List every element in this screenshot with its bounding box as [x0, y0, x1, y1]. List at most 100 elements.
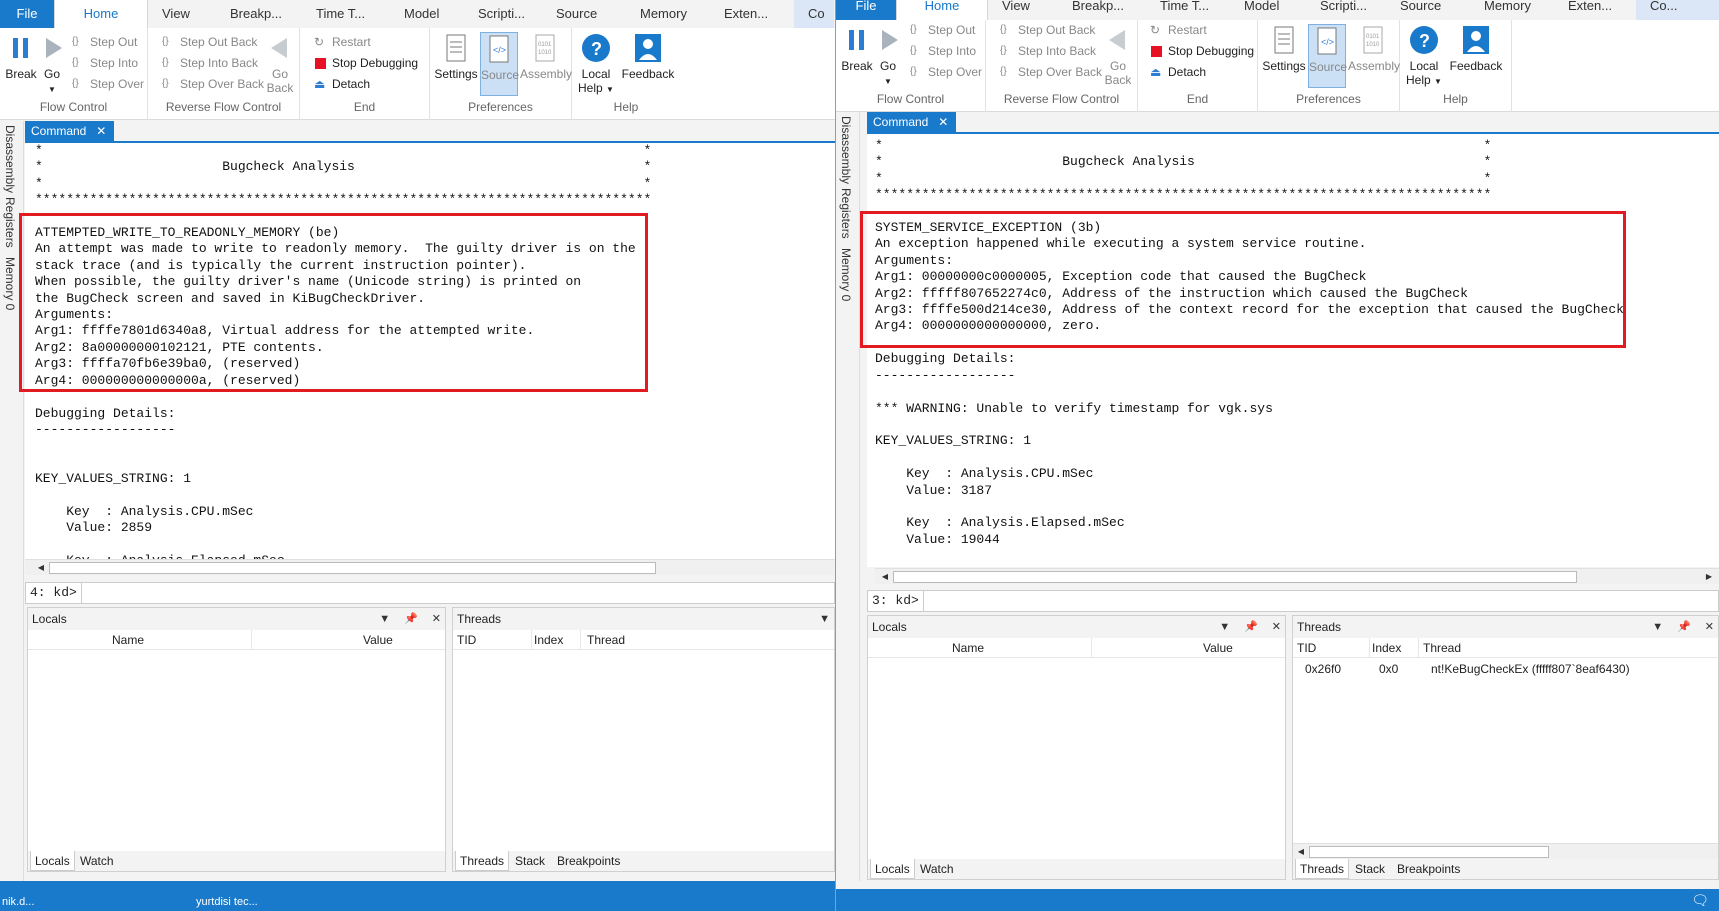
tab-breakpoints[interactable]: Breakp...: [216, 0, 302, 28]
break-button[interactable]: Break: [840, 24, 874, 73]
tab-memory[interactable]: Memory: [626, 0, 710, 28]
col-value[interactable]: Value: [363, 630, 393, 650]
col-tid[interactable]: TID: [1297, 638, 1316, 658]
restart-button[interactable]: ↻ Restart: [1148, 20, 1207, 40]
step-into-button[interactable]: {} Step Into: [908, 41, 976, 61]
tab-threads[interactable]: Threads: [455, 851, 510, 871]
step-out-button[interactable]: {} Step Out: [908, 20, 975, 40]
chevron-down-icon[interactable]: ▼: [379, 613, 390, 625]
close-icon[interactable]: ✕: [96, 121, 106, 141]
thread-tid[interactable]: 0x26f0: [1305, 662, 1341, 676]
assembly-button[interactable]: 0101 1010 Assembly: [1348, 24, 1400, 73]
chevron-down-icon[interactable]: ▼: [819, 613, 830, 625]
source-button[interactable]: </> Source: [1308, 24, 1347, 88]
sidebar-disassembly[interactable]: Disassembly: [3, 125, 17, 193]
step-over-button[interactable]: {} Step Over: [908, 62, 982, 82]
command-window-tab[interactable]: Command ✕: [867, 112, 957, 132]
command-output[interactable]: * * * Bugcheck Analysis * * * **********…: [867, 134, 1719, 567]
taskbar-item[interactable]: yurtdisi tec...: [196, 895, 258, 909]
tab-model[interactable]: Model: [390, 0, 464, 28]
tab-extensions[interactable]: Exten...: [1554, 0, 1636, 20]
command-window-tab[interactable]: Command ✕: [25, 121, 115, 141]
tab-scripting[interactable]: Scripti...: [1306, 0, 1386, 20]
tab-memory[interactable]: Memory: [1470, 0, 1554, 20]
scrollbar-thumb[interactable]: [1309, 846, 1549, 858]
col-index[interactable]: Index: [531, 630, 581, 650]
horizontal-scrollbar[interactable]: ◀: [25, 559, 835, 575]
tab-file[interactable]: File: [836, 0, 896, 20]
step-out-back-button[interactable]: {} Step Out Back: [160, 32, 257, 52]
tab-scripting[interactable]: Scripti...: [464, 0, 542, 28]
chat-icon[interactable]: 🗨: [1691, 891, 1709, 909]
scroll-left-icon[interactable]: ◀: [879, 571, 891, 583]
pin-icon[interactable]: 📌: [1677, 621, 1691, 633]
step-into-back-button[interactable]: {} Step Into Back: [998, 41, 1096, 61]
command-input[interactable]: [923, 591, 1718, 611]
step-into-back-button[interactable]: {} Step Into Back: [160, 53, 258, 73]
pin-icon[interactable]: 📌: [1244, 621, 1258, 633]
sidebar-registers[interactable]: Registers: [3, 197, 17, 248]
scrollbar-thumb[interactable]: [49, 562, 656, 574]
local-help-button[interactable]: ? Local Help ▼: [576, 32, 616, 97]
taskbar-item[interactable]: nik.d...: [2, 895, 34, 909]
tab-command[interactable]: Co...: [1636, 0, 1719, 20]
command-input[interactable]: [81, 583, 834, 603]
feedback-button[interactable]: Feedback: [620, 32, 676, 81]
sidebar-memory[interactable]: Memory 0: [3, 257, 17, 310]
sidebar-disassembly[interactable]: Disassembly: [839, 116, 853, 184]
col-name[interactable]: Name: [952, 638, 1092, 658]
go-back-button[interactable]: Go Back: [264, 32, 296, 95]
scrollbar-thumb[interactable]: [893, 571, 1577, 583]
stop-debugging-button[interactable]: Stop Debugging: [1148, 41, 1254, 61]
chevron-down-icon[interactable]: ▼: [1652, 621, 1663, 633]
break-button[interactable]: Break: [4, 32, 38, 81]
detach-button[interactable]: ⏏ Detach: [312, 74, 370, 94]
settings-button[interactable]: Settings: [1262, 24, 1306, 73]
tab-view[interactable]: View: [988, 0, 1058, 20]
tab-view[interactable]: View: [148, 0, 216, 28]
chevron-down-icon[interactable]: ▼: [1219, 621, 1230, 633]
tab-threads[interactable]: Threads: [1295, 859, 1350, 879]
scroll-right-icon[interactable]: ▶: [1703, 571, 1715, 583]
feedback-button[interactable]: Feedback: [1448, 24, 1504, 73]
tab-source[interactable]: Source: [542, 0, 626, 28]
tab-home[interactable]: Home: [896, 0, 988, 20]
tab-source[interactable]: Source: [1386, 0, 1470, 20]
source-button[interactable]: </> Source: [480, 32, 519, 96]
step-over-back-button[interactable]: {} Step Over Back: [998, 62, 1102, 82]
scroll-left-icon[interactable]: ◀: [35, 562, 47, 574]
tab-locals[interactable]: Locals: [870, 859, 915, 879]
scroll-left-icon[interactable]: ◀: [1295, 846, 1307, 858]
step-into-button[interactable]: {} Step Into: [70, 53, 138, 73]
command-output[interactable]: * * * Bugcheck Analysis * * * **********…: [25, 143, 835, 559]
horizontal-scrollbar[interactable]: ◀ ▶: [875, 568, 1719, 584]
tab-file[interactable]: File: [0, 0, 54, 28]
tab-extensions[interactable]: Exten...: [710, 0, 794, 28]
col-thread[interactable]: Thread: [587, 630, 625, 650]
close-icon[interactable]: ✕: [1705, 621, 1714, 633]
restart-button[interactable]: ↻ Restart: [312, 32, 371, 52]
col-thread[interactable]: Thread: [1423, 638, 1461, 658]
tab-time-travel[interactable]: Time T...: [1146, 0, 1230, 20]
stop-debugging-button[interactable]: Stop Debugging: [312, 53, 418, 73]
tab-breakpoints[interactable]: Breakp...: [1058, 0, 1146, 20]
go-button[interactable]: Go ▼: [874, 24, 902, 89]
step-over-button[interactable]: {} Step Over: [70, 74, 144, 94]
tab-watch[interactable]: Watch: [76, 851, 118, 871]
col-name[interactable]: Name: [112, 630, 252, 650]
col-value[interactable]: Value: [1203, 638, 1233, 658]
close-icon[interactable]: ✕: [938, 112, 948, 132]
step-out-button[interactable]: {} Step Out: [70, 32, 137, 52]
step-over-back-button[interactable]: {} Step Over Back: [160, 74, 264, 94]
sidebar-registers[interactable]: Registers: [839, 188, 853, 239]
close-icon[interactable]: ✕: [432, 613, 441, 625]
pin-icon[interactable]: 📌: [404, 613, 418, 625]
thread-name[interactable]: nt!KeBugCheckEx (fffff807`8eaf6430): [1431, 662, 1630, 676]
tab-stack[interactable]: Stack: [511, 851, 549, 871]
col-index[interactable]: Index: [1369, 638, 1419, 658]
assembly-button[interactable]: 0101 1010 Assembly: [520, 32, 572, 81]
go-button[interactable]: Go ▼: [38, 32, 66, 97]
tab-stack[interactable]: Stack: [1351, 859, 1389, 879]
detach-button[interactable]: ⏏ Detach: [1148, 62, 1206, 82]
tab-command[interactable]: Co: [794, 0, 834, 28]
